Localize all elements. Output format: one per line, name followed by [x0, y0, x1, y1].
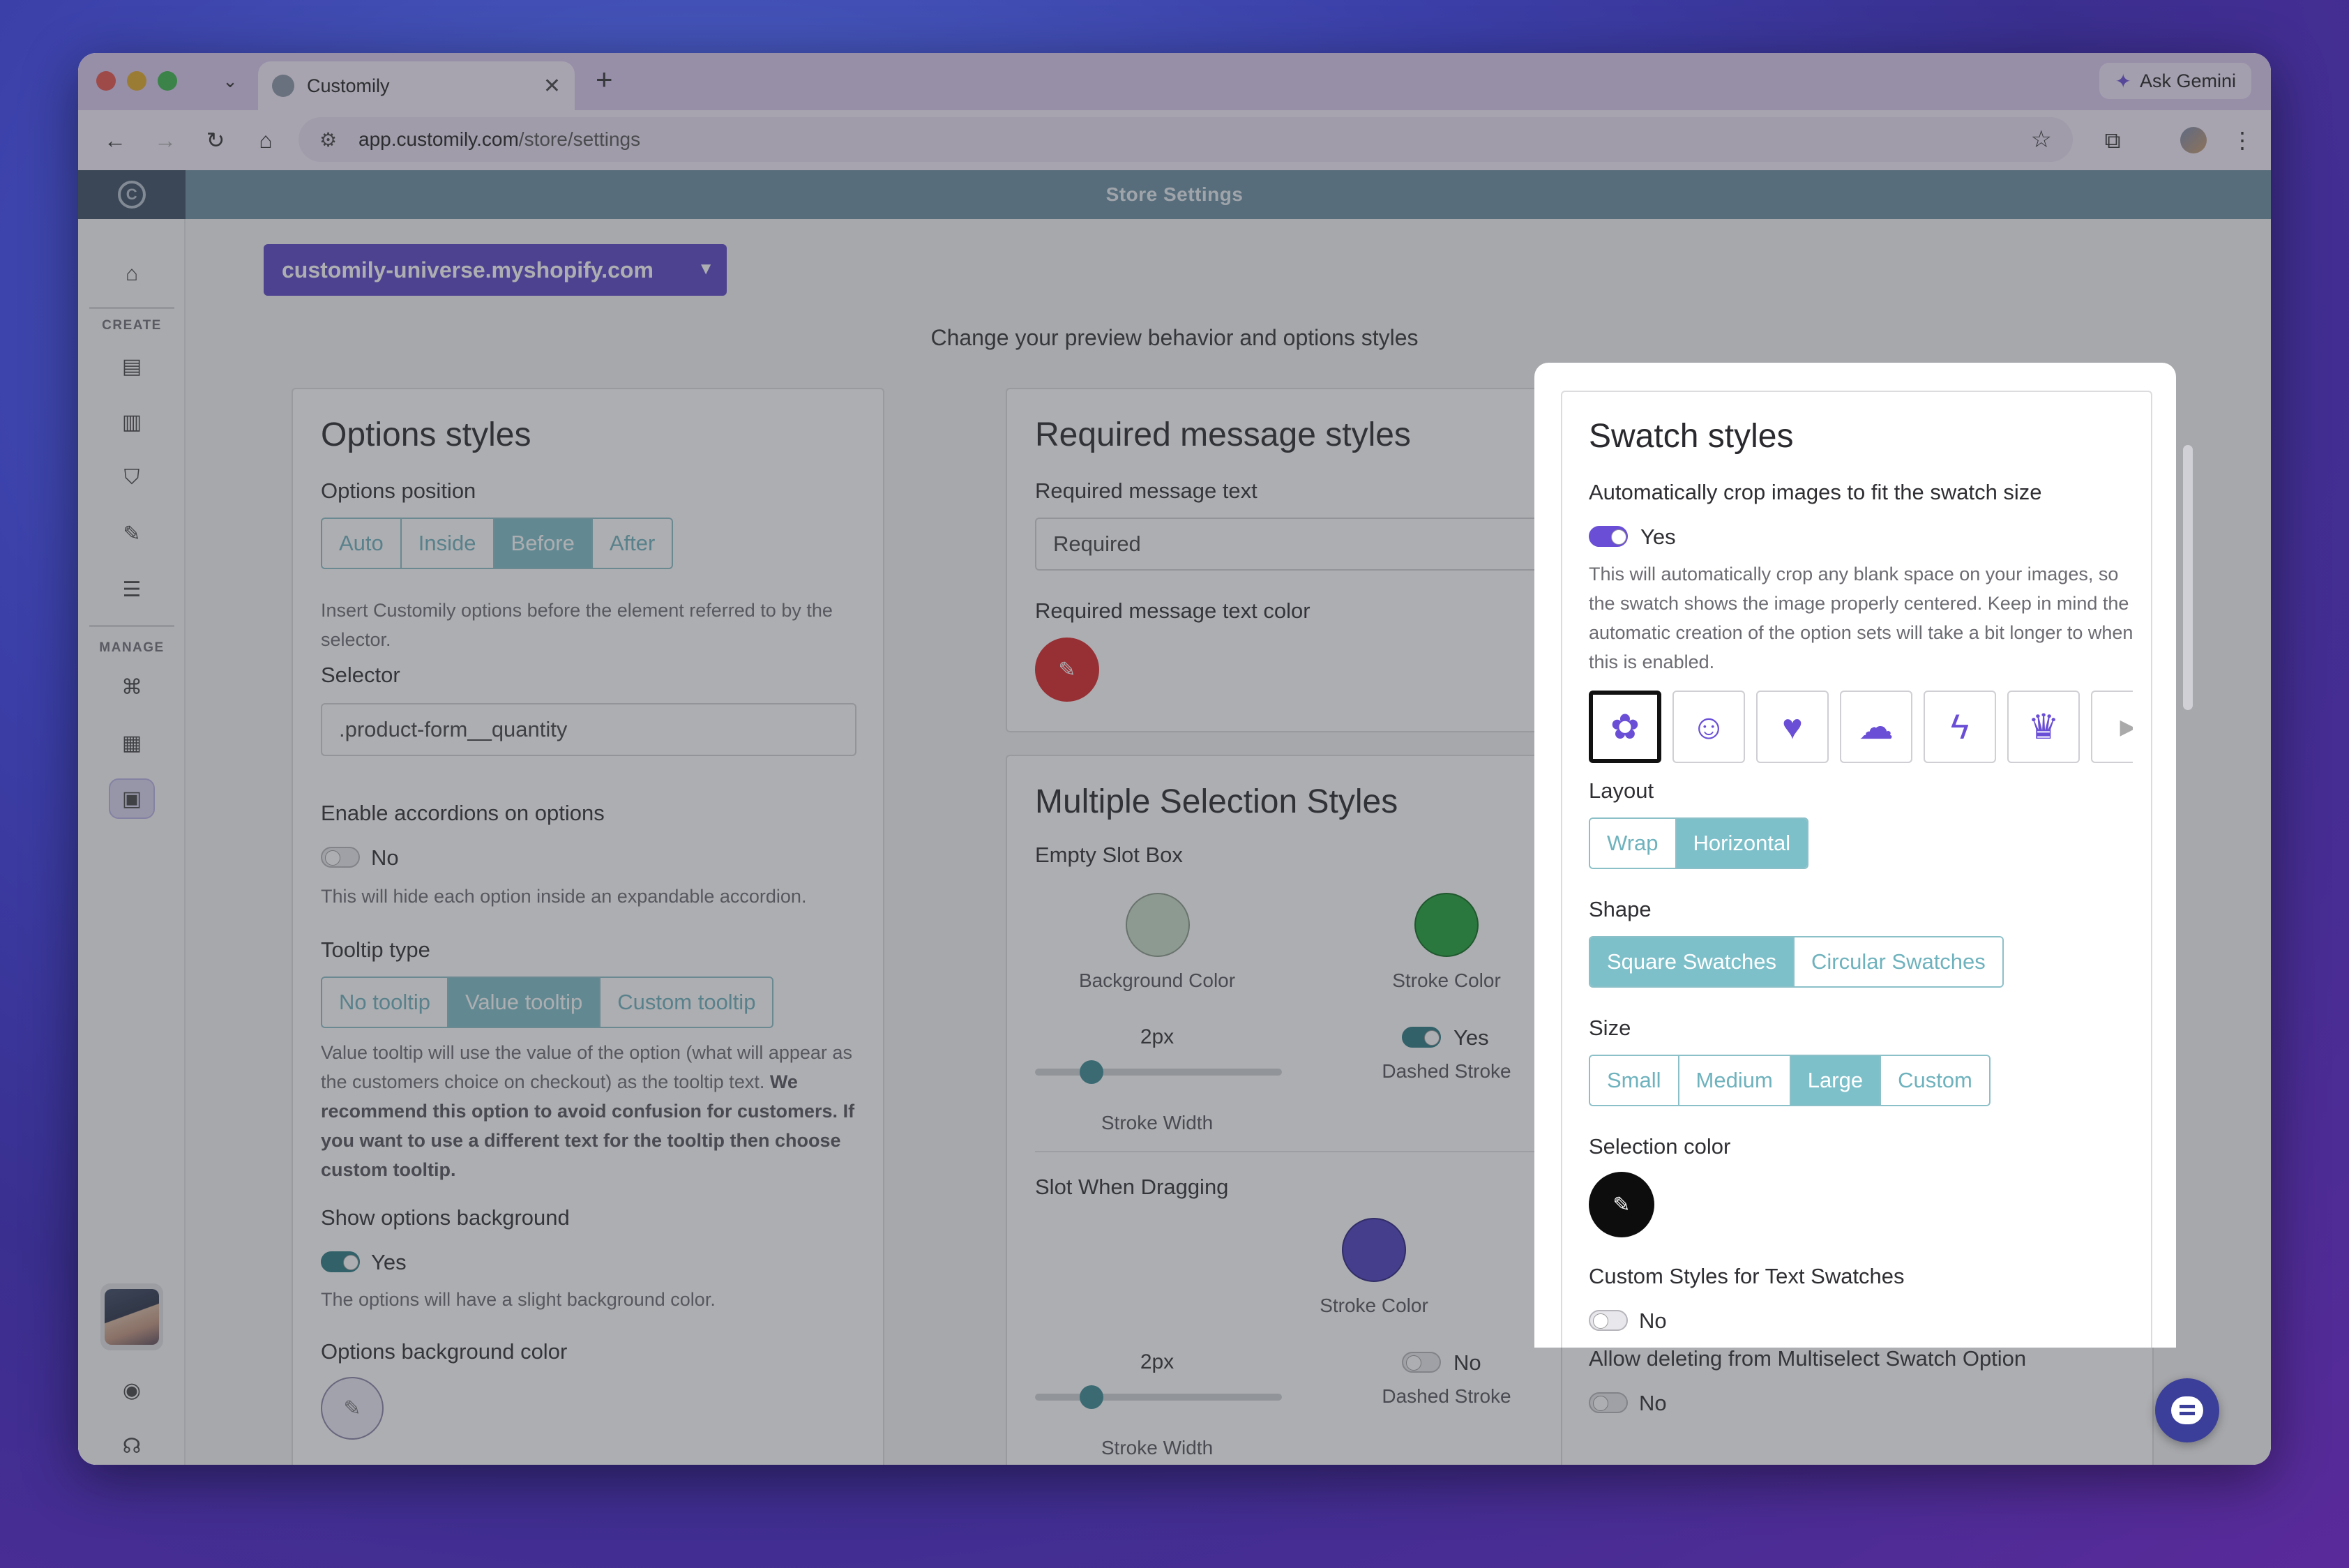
shape-square-button[interactable]: Square Swatches [1590, 937, 1795, 986]
shape-circular-button[interactable]: Circular Swatches [1794, 937, 2002, 986]
size-medium-button[interactable]: Medium [1679, 1056, 1791, 1105]
next-swatch-icon[interactable]: ▶ [2091, 691, 2133, 763]
swatch-styles-panel: Swatch styles Automatically crop images … [1534, 363, 2176, 1348]
crop-images-label: Automatically crop images to fit the swa… [1589, 480, 2042, 504]
bolt-icon[interactable]: ϟ [1924, 691, 1996, 763]
chevron-right-icon: ▶ [2120, 715, 2133, 739]
selection-color-picker[interactable]: ✎ [1589, 1172, 1654, 1237]
chat-support-button[interactable] [2155, 1378, 2219, 1442]
size-large-button[interactable]: Large [1790, 1056, 1882, 1105]
layout-label: Layout [1589, 778, 1654, 803]
size-label: Size [1589, 1016, 1631, 1040]
crop-images-value: Yes [1640, 525, 1676, 549]
shape-label: Shape [1589, 897, 1652, 921]
flower-icon[interactable]: ✿ [1589, 691, 1661, 763]
selection-color-label: Selection color [1589, 1134, 1731, 1159]
layout-horizontal-button[interactable]: Horizontal [1676, 819, 1808, 868]
cloud-icon[interactable]: ☁ [1840, 691, 1912, 763]
layout-group: Wrap Horizontal [1589, 817, 1809, 869]
crop-images-help: This will automatically crop any blank s… [1589, 564, 2133, 672]
swatch-styles-title: Swatch styles [1589, 418, 1794, 455]
browser-window: ⌄ Customily ✕ + ✦ Ask Gemini ← → ↻ ⌂ ⚙ a… [78, 53, 2271, 1465]
layout-wrap-button[interactable]: Wrap [1590, 819, 1677, 868]
size-group: Small Medium Large Custom [1589, 1055, 1991, 1106]
text-swatch-value: No [1639, 1309, 1667, 1333]
text-swatch-label: Custom Styles for Text Swatches [1589, 1264, 1905, 1288]
heart-icon[interactable]: ♥ [1756, 691, 1829, 763]
chat-bubble-icon [2171, 1396, 2203, 1424]
size-custom-button[interactable]: Custom [1881, 1056, 1989, 1105]
shape-group: Square Swatches Circular Swatches [1589, 936, 2004, 988]
page-scrollbar[interactable] [2183, 445, 2193, 710]
crop-images-toggle[interactable] [1589, 526, 1628, 547]
swatch-icon-row: ✿ ☺ ♥ ☁ ϟ ♛ ▶ [1589, 691, 2133, 764]
text-swatch-toggle[interactable] [1589, 1310, 1628, 1331]
swatch-styles-card: Swatch styles Automatically crop images … [1561, 391, 2152, 1348]
size-small-button[interactable]: Small [1590, 1056, 1679, 1105]
pencil-icon: ✎ [1612, 1193, 1631, 1216]
trophy-icon[interactable]: ♛ [2007, 691, 2080, 763]
smiley-icon[interactable]: ☺ [1672, 691, 1745, 763]
